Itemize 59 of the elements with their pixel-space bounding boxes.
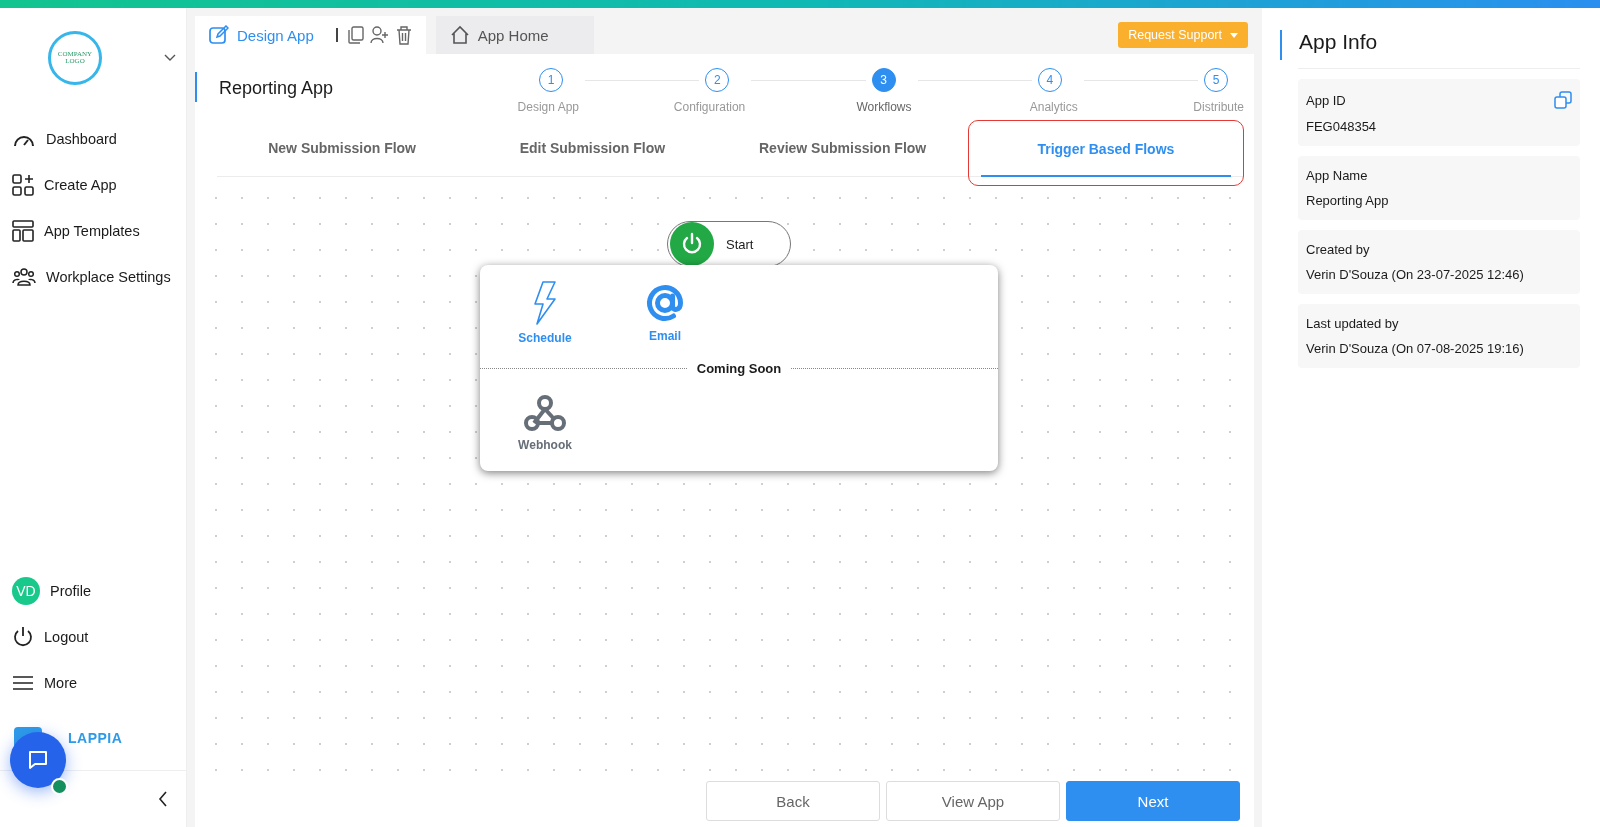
add-user-icon[interactable] [369,26,390,44]
copy-icon[interactable] [347,26,364,44]
field-label: Created by [1306,242,1370,257]
online-status-dot [51,778,68,795]
start-node[interactable]: Start [667,221,791,267]
footer-button[interactable]: View App [886,781,1060,821]
field-label: App Name [1306,168,1368,183]
flow-tab[interactable]: New Submission Flow [217,126,468,174]
copy-icon[interactable] [1554,91,1572,109]
chevron-down-icon[interactable] [164,54,176,62]
logout-link[interactable]: Logout [0,624,186,650]
field-value: FEG048354 [1306,119,1378,134]
field-value: Verin D'Souza (On 23-07-2025 12:46) [1306,267,1525,282]
step-label: Design App [517,100,579,114]
home-icon [449,25,470,45]
step-label: Configuration [673,100,746,114]
lightning-icon [533,280,557,325]
people-icon [12,267,36,287]
trash-icon[interactable] [395,25,412,45]
app-tab[interactable]: Design App [195,16,426,54]
section-label: Coming Soon [696,360,782,376]
caret-icon [1230,32,1238,38]
profile-link[interactable]: VD Profile [0,578,186,604]
step-label: Workflows [856,100,912,114]
chat-button[interactable] [10,732,66,788]
field-value: Reporting App [1306,193,1390,208]
power-icon [12,626,34,648]
nav-item[interactable]: Create App [0,172,186,198]
nav-item[interactable]: Workplace Settings [0,264,186,290]
at-sign-icon [645,282,685,323]
divider-icon [335,28,338,42]
flow-tab[interactable]: Edit Submission Flow [467,126,718,174]
step-number[interactable]: 3 [871,68,896,92]
step-label: Analytics [1029,100,1078,114]
field-label: App ID [1306,92,1346,108]
collapse-icon[interactable] [158,791,168,807]
app-title: Reporting App [219,78,335,99]
brand-name: LAPPIA [68,730,123,746]
edit-icon [209,25,229,45]
grid-plus-icon [12,174,34,196]
panel-title: App Info [1299,30,1378,54]
trigger-option[interactable]: Schedule [510,280,580,345]
app-tab[interactable]: App Home [435,16,594,54]
webhook-icon [524,394,566,433]
nav-item[interactable]: Dashboard [0,126,186,152]
step-label: Distribute [1193,100,1244,114]
trigger-option[interactable]: Email [630,282,700,343]
footer-button[interactable]: Back [706,781,880,821]
chat-icon [26,748,50,772]
menu-icon [12,675,34,691]
more-link[interactable]: More [0,670,186,696]
trigger-option: Webhook [510,394,580,453]
layout-icon [12,220,34,242]
avatar: VD [12,577,40,605]
flow-tab[interactable]: Review Submission Flow [717,126,968,174]
field-value: Verin D'Souza (On 07-08-2025 19:16) [1306,341,1525,356]
field-label: Last updated by [1306,316,1399,331]
nav-item[interactable]: App Templates [0,218,186,244]
next-button[interactable]: Next [1066,781,1240,821]
